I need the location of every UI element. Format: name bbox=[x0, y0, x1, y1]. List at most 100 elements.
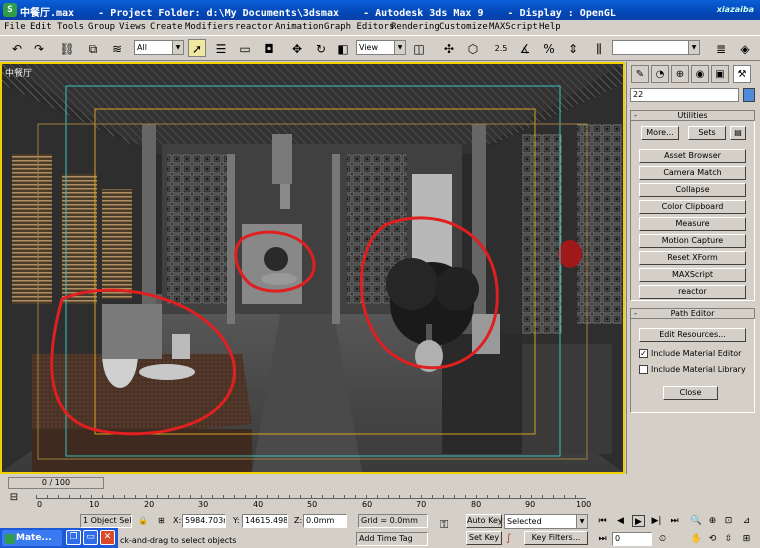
open-mini-curve-editor-icon[interactable]: ⊟ bbox=[6, 491, 22, 505]
named-selection-dropdown[interactable]: ▼ bbox=[612, 40, 700, 55]
menu-animation[interactable]: Animation bbox=[275, 22, 324, 32]
layer-manager-icon[interactable]: ◈ bbox=[736, 39, 754, 57]
field-of-view-icon[interactable]: ⊿ bbox=[740, 515, 753, 527]
time-slider[interactable]: 0 / 100 bbox=[0, 476, 760, 490]
set-key-button[interactable]: Set Key bbox=[466, 531, 502, 545]
previous-frame-icon[interactable]: ◀ bbox=[614, 515, 627, 527]
select-link-icon[interactable]: ⛓ bbox=[58, 39, 76, 57]
move-icon[interactable]: ✥ bbox=[288, 39, 306, 57]
rotate-icon[interactable]: ↻ bbox=[312, 39, 330, 57]
zoom-all-icon[interactable]: ⊕ bbox=[706, 515, 719, 527]
pan-icon[interactable]: ✋ bbox=[690, 533, 703, 545]
lock-selection-icon[interactable]: 🔒 bbox=[138, 516, 148, 525]
minimize-icon[interactable]: ▭ bbox=[83, 530, 98, 545]
next-frame-icon[interactable]: ▶| bbox=[650, 515, 663, 527]
menu-rendering[interactable]: Rendering bbox=[391, 22, 440, 32]
selection-filter-dropdown[interactable]: All ▼ bbox=[134, 40, 184, 55]
include-material-editor-checkbox[interactable]: ✓ Include Material Editor bbox=[639, 349, 741, 358]
object-name-field[interactable]: 22 bbox=[630, 88, 739, 102]
pivot-icon[interactable]: ◫ bbox=[410, 39, 428, 57]
scale-icon[interactable]: ◧ bbox=[334, 39, 352, 57]
color-clipboard-button[interactable]: Color Clipboard bbox=[639, 200, 746, 214]
motion-tab[interactable]: ◉ bbox=[691, 65, 709, 83]
set-key-curve-icon[interactable]: ∫ bbox=[506, 533, 511, 544]
menu-graph-editors[interactable]: Graph Editors bbox=[324, 22, 394, 32]
path-editor-rollout-header[interactable]: - Path Editor bbox=[630, 308, 755, 319]
menu-reactor[interactable]: reactor bbox=[235, 22, 273, 32]
object-color-swatch[interactable] bbox=[743, 88, 755, 102]
key-mode-toggle-icon[interactable]: ⏭ bbox=[596, 533, 609, 545]
dolly-icon[interactable]: ⇳ bbox=[722, 533, 735, 545]
x-coordinate-field[interactable]: 5984.703m bbox=[182, 514, 226, 528]
percent-snap-icon[interactable]: % bbox=[540, 39, 558, 57]
angle-snap-icon[interactable]: ∡ bbox=[516, 39, 534, 57]
menu-views[interactable]: Views bbox=[119, 22, 146, 32]
unlink-icon[interactable]: ⧉ bbox=[84, 39, 102, 57]
select-manipulate-icon[interactable]: ✣ bbox=[440, 39, 458, 57]
goto-start-icon[interactable]: ⏮ bbox=[596, 515, 609, 527]
collapse-button[interactable]: Collapse bbox=[639, 183, 746, 197]
key-filters-button[interactable]: Key Filters... bbox=[524, 531, 588, 545]
modify-tab[interactable]: ◔ bbox=[651, 65, 669, 83]
select-object-icon[interactable]: ➚ bbox=[188, 39, 206, 57]
mirror-icon[interactable]: ⫼ bbox=[590, 39, 608, 57]
sets-button[interactable]: Sets bbox=[688, 126, 726, 140]
include-material-library-checkbox[interactable]: Include Material Library bbox=[639, 365, 746, 374]
add-time-tag[interactable]: Add Time Tag bbox=[356, 532, 428, 546]
window-crossing-icon[interactable]: ◘ bbox=[260, 39, 278, 57]
more-button[interactable]: More... bbox=[641, 126, 679, 140]
align-icon[interactable]: ≣ bbox=[712, 39, 730, 57]
motion-capture-button[interactable]: Motion Capture bbox=[639, 234, 746, 248]
zoom-icon[interactable]: 🔍 bbox=[690, 515, 703, 527]
asset-browser-button[interactable]: Asset Browser bbox=[639, 149, 746, 163]
reactor-button[interactable]: reactor bbox=[639, 285, 746, 299]
camera-match-button[interactable]: Camera Match bbox=[639, 166, 746, 180]
track-bar[interactable]: ⊟ 0 10 20 30 40 50 60 70 80 90 100 bbox=[0, 491, 600, 511]
create-tab[interactable]: ✎ bbox=[631, 65, 649, 83]
utilities-rollout-header[interactable]: - Utilities bbox=[630, 110, 755, 121]
time-config-icon[interactable]: ⏲ bbox=[656, 533, 669, 545]
material-editor-task[interactable]: Mate... bbox=[2, 530, 62, 546]
zoom-extents-icon[interactable]: ⊡ bbox=[722, 515, 735, 527]
play-icon[interactable]: ▶ bbox=[632, 515, 645, 527]
time-slider-thumb[interactable]: 0 / 100 bbox=[8, 477, 104, 489]
close-icon[interactable]: ✕ bbox=[100, 530, 115, 545]
menu-modifiers[interactable]: Modifiers bbox=[185, 22, 234, 32]
absolute-mode-icon[interactable]: ⊞ bbox=[158, 516, 165, 525]
spinner-snap-icon[interactable]: ⇕ bbox=[564, 39, 582, 57]
maximize-viewport-icon[interactable]: ⊞ bbox=[740, 533, 753, 545]
key-icon[interactable]: ⚿ bbox=[440, 518, 448, 532]
redo-icon[interactable]: ↷ bbox=[30, 39, 48, 57]
z-coordinate-field[interactable]: 0.0mm bbox=[303, 514, 347, 528]
key-mode-dropdown[interactable]: Selected ▼ bbox=[504, 514, 588, 529]
menu-help[interactable]: Help bbox=[539, 22, 561, 32]
utilities-tab[interactable]: ⚒ bbox=[733, 65, 751, 83]
current-frame-field[interactable]: 0 bbox=[612, 532, 652, 546]
y-coordinate-field[interactable]: 14615.498 bbox=[242, 514, 288, 528]
viewport-label[interactable]: 中餐厅 bbox=[5, 66, 32, 79]
reset-xform-button[interactable]: Reset XForm bbox=[639, 251, 746, 265]
keyboard-shortcut-icon[interactable]: ⬡ bbox=[464, 39, 482, 57]
display-tab[interactable]: ▣ bbox=[711, 65, 729, 83]
measure-button[interactable]: Measure bbox=[639, 217, 746, 231]
auto-key-button[interactable]: Auto Key bbox=[466, 514, 503, 528]
orbit-icon[interactable]: ⟲ bbox=[706, 533, 719, 545]
close-button[interactable]: Close bbox=[663, 386, 718, 400]
undo-icon[interactable]: ↶ bbox=[8, 39, 26, 57]
goto-end-icon[interactable]: ⏭ bbox=[668, 515, 681, 527]
rect-region-icon[interactable]: ▭ bbox=[236, 39, 254, 57]
menu-maxscript[interactable]: MAXScript bbox=[489, 22, 538, 32]
menu-create[interactable]: Create bbox=[150, 22, 183, 32]
menu-edit[interactable]: Edit bbox=[30, 22, 52, 32]
edit-resources-button[interactable]: Edit Resources... bbox=[639, 328, 746, 342]
app-icon[interactable]: S bbox=[3, 3, 17, 17]
menu-file[interactable]: File bbox=[4, 22, 26, 32]
select-by-name-icon[interactable]: ☰ bbox=[212, 39, 230, 57]
maxscript-button[interactable]: MAXScript bbox=[639, 268, 746, 282]
reference-coordinate-dropdown[interactable]: View ▼ bbox=[356, 40, 406, 55]
snap-icon[interactable]: 2.5 bbox=[492, 39, 510, 57]
menu-tools[interactable]: Tools bbox=[57, 22, 84, 32]
hierarchy-tab[interactable]: ⊕ bbox=[671, 65, 689, 83]
bind-space-warp-icon[interactable]: ≋ bbox=[108, 39, 126, 57]
configure-sets-icon[interactable]: ▤ bbox=[730, 126, 746, 140]
